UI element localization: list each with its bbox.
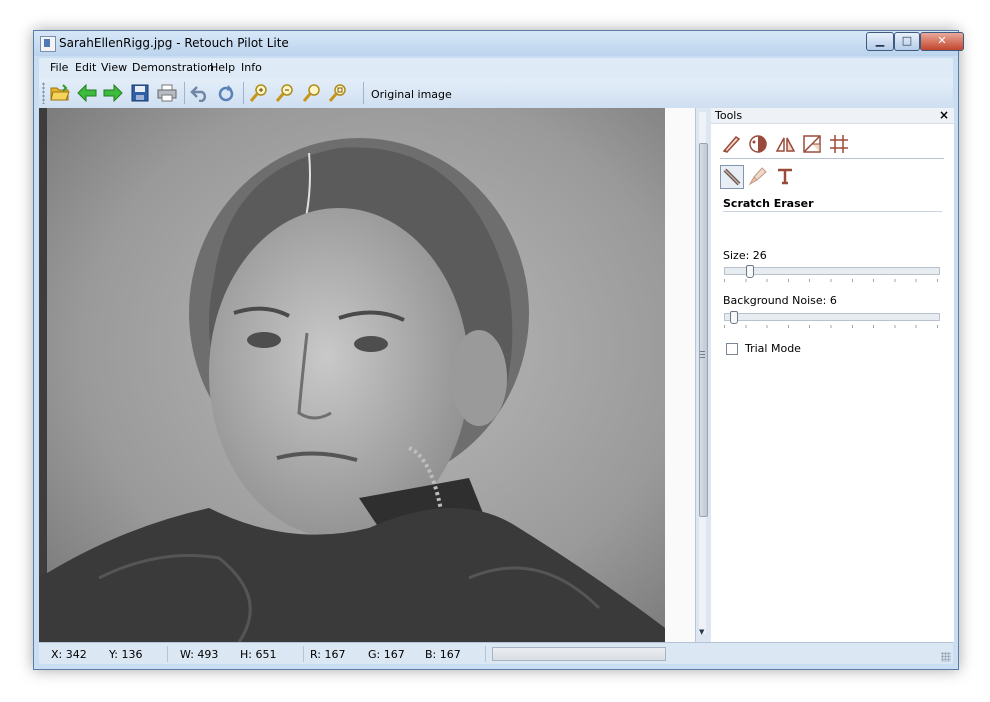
title-bar[interactable]: SarahEllenRigg.jpg - Retouch Pilot Lite … xyxy=(34,31,964,56)
tools-panel-header: Tools × xyxy=(711,108,954,124)
tools-divider xyxy=(720,158,944,159)
print-icon[interactable] xyxy=(155,81,179,105)
zoom-actual-icon[interactable] xyxy=(300,81,324,105)
maximize-button[interactable]: □ xyxy=(894,32,920,51)
resize-grip-icon[interactable] xyxy=(941,652,951,662)
color-tool-icon[interactable] xyxy=(747,133,769,155)
toolbar-separator xyxy=(184,82,185,104)
background-noise-slider-thumb[interactable] xyxy=(730,311,738,324)
background-noise-slider[interactable] xyxy=(724,311,940,324)
background-noise-label: Background Noise: 6 xyxy=(723,294,837,307)
scroll-thumb[interactable] xyxy=(699,143,708,517)
scroll-down-icon[interactable]: ▼ xyxy=(699,628,704,636)
trial-mode-label[interactable]: Trial Mode xyxy=(745,342,801,355)
tool-name-rule xyxy=(723,211,942,212)
tools-close-icon[interactable]: × xyxy=(939,108,949,122)
tools-panel: Tools × Scratch Eraser Size: 26 Backgrou… xyxy=(711,108,954,642)
menu-view[interactable]: View xyxy=(101,61,127,74)
status-separator xyxy=(303,646,304,662)
size-slider-thumb[interactable] xyxy=(746,265,754,278)
text-tool-icon[interactable] xyxy=(774,165,796,187)
menu-edit[interactable]: Edit xyxy=(75,61,96,74)
menu-info[interactable]: Info xyxy=(241,61,262,74)
splitter-grip-icon[interactable] xyxy=(700,351,705,360)
portrait-photo xyxy=(39,108,665,642)
save-disk-icon[interactable] xyxy=(128,81,152,105)
zoom-in-icon[interactable] xyxy=(247,81,271,105)
toolbar: Original image xyxy=(39,78,953,108)
toolbar-separator xyxy=(243,82,244,104)
menu-help[interactable]: Help xyxy=(210,61,235,74)
brush-tool-icon[interactable] xyxy=(720,133,742,155)
original-image-button[interactable]: Original image xyxy=(371,88,452,101)
zoom-out-icon[interactable] xyxy=(273,81,297,105)
toolbar-separator xyxy=(363,82,364,104)
open-folder-icon[interactable] xyxy=(48,81,72,105)
toolbar-grip[interactable] xyxy=(42,82,45,104)
background-noise-slider-ticks xyxy=(724,325,938,328)
forward-arrow-icon[interactable] xyxy=(101,81,125,105)
close-button[interactable]: ✕ xyxy=(920,32,964,51)
trial-mode-checkbox[interactable] xyxy=(726,343,738,355)
tools-panel-title: Tools xyxy=(715,109,743,122)
app-window: SarahEllenRigg.jpg - Retouch Pilot Lite … xyxy=(33,30,964,670)
crop-tool-icon[interactable] xyxy=(801,133,823,155)
minimize-button[interactable]: ▁ xyxy=(866,32,894,51)
grid-tool-icon[interactable] xyxy=(828,133,850,155)
geometry-tool-icon[interactable] xyxy=(774,133,796,155)
status-b: B: 167 xyxy=(425,648,461,661)
tool-name: Scratch Eraser xyxy=(723,197,814,210)
panel-splitter[interactable]: ▼ xyxy=(695,108,712,642)
status-w: W: 493 xyxy=(180,648,219,661)
status-g: G: 167 xyxy=(368,648,405,661)
window-title: SarahEllenRigg.jpg - Retouch Pilot Lite xyxy=(59,36,289,50)
scratch-eraser-tool-icon[interactable] xyxy=(720,165,744,189)
status-r: R: 167 xyxy=(310,648,346,661)
canvas-blank-margin xyxy=(665,108,695,642)
back-arrow-icon[interactable] xyxy=(75,81,99,105)
redo-icon[interactable] xyxy=(214,81,238,105)
status-y: Y: 136 xyxy=(109,648,143,661)
menu-demonstration[interactable]: Demonstration xyxy=(132,61,214,74)
status-separator xyxy=(167,646,168,662)
status-h: H: 651 xyxy=(240,648,277,661)
menu-bar: File Edit View Demonstration Help Info xyxy=(39,58,953,78)
undo-icon[interactable] xyxy=(188,81,212,105)
cosmetic-brush-tool-icon[interactable] xyxy=(747,165,769,187)
image-canvas[interactable] xyxy=(39,108,695,642)
size-label: Size: 26 xyxy=(723,249,767,262)
zoom-fit-icon[interactable] xyxy=(326,81,350,105)
status-progress-bar xyxy=(492,647,666,661)
menu-file[interactable]: File xyxy=(50,61,68,74)
app-icon[interactable] xyxy=(40,36,56,52)
status-x: X: 342 xyxy=(51,648,87,661)
size-slider-ticks xyxy=(724,279,938,282)
size-slider[interactable] xyxy=(724,265,940,278)
status-bar: X: 342 Y: 136 W: 493 H: 651 R: 167 G: 16… xyxy=(39,642,953,664)
status-separator xyxy=(485,646,486,662)
